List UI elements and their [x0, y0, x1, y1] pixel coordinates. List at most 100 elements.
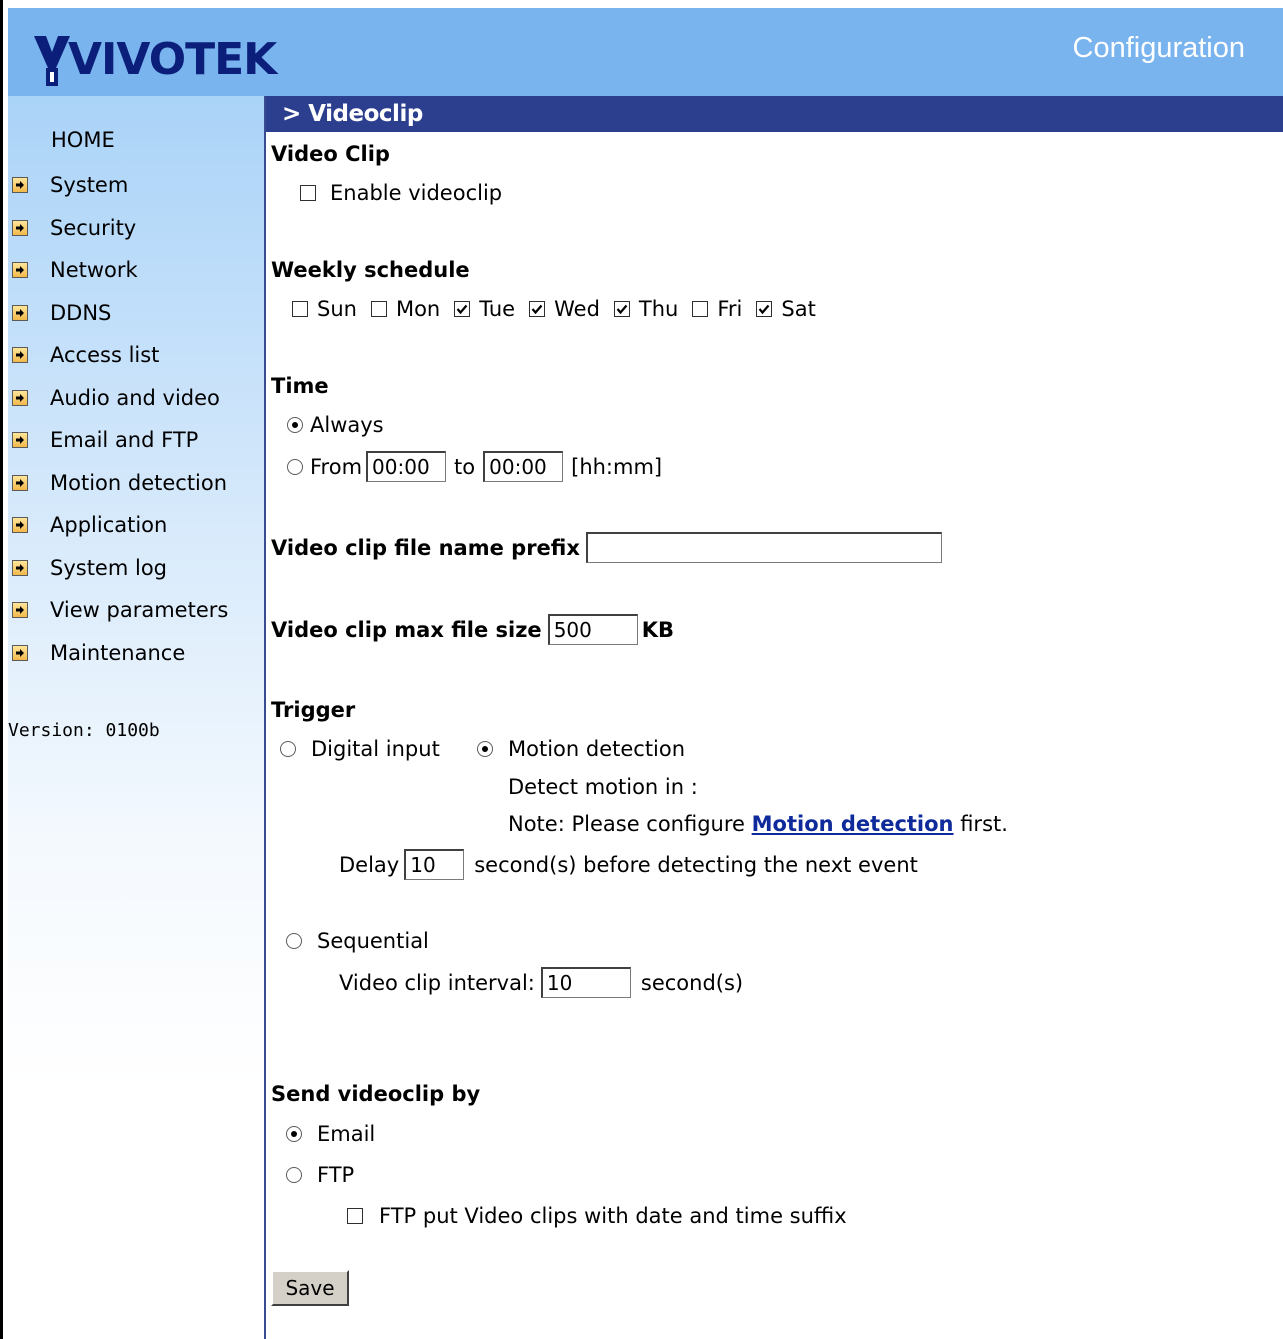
- arrow-right-icon: [12, 347, 28, 363]
- ftp-suffix-checkbox[interactable]: [347, 1208, 363, 1224]
- interval-input[interactable]: [540, 967, 631, 998]
- sidebar-item-label: Motion detection: [50, 471, 228, 495]
- day-mon-checkbox[interactable]: [370, 301, 387, 317]
- trigger-digital-input-row: Digital input: [280, 737, 440, 761]
- sidebar-item-label: DDNS: [50, 301, 112, 325]
- header-banner: VIVOTEK Configuration: [8, 8, 1283, 96]
- arrow-right-icon: [12, 262, 28, 278]
- weekly-schedule-heading: Weekly schedule: [271, 258, 470, 282]
- day-tue-checkbox[interactable]: [454, 301, 471, 317]
- interval-suffix: second(s): [640, 970, 744, 995]
- sidebar-divider: [264, 96, 266, 1339]
- send-email-radio[interactable]: [286, 1126, 302, 1142]
- day-mon-label: Mon: [395, 297, 441, 321]
- time-from-input[interactable]: [366, 451, 447, 482]
- arrow-right-icon: [12, 475, 28, 491]
- file-prefix-row: Video clip file name prefix: [271, 532, 942, 563]
- trigger-motion-radio[interactable]: [477, 741, 493, 757]
- day-sat-checkbox[interactable]: [756, 301, 773, 317]
- enable-videoclip-checkbox[interactable]: [300, 185, 316, 201]
- sidebar-item-application[interactable]: Application: [12, 510, 167, 540]
- day-sun-checkbox[interactable]: [292, 301, 308, 317]
- time-to-input[interactable]: [483, 451, 564, 482]
- sidebar-item-security[interactable]: Security: [12, 213, 136, 243]
- vivotek-logo: VIVOTEK: [30, 20, 277, 90]
- sidebar-item-home[interactable]: HOME: [51, 128, 115, 152]
- trigger-sequential-label: Sequential: [317, 929, 429, 953]
- day-thu-checkbox[interactable]: [613, 301, 630, 317]
- arrow-right-icon: [12, 560, 28, 576]
- arrow-right-icon: [12, 177, 28, 193]
- sidebar-item-access-list[interactable]: Access list: [12, 340, 159, 370]
- send-email-row: Email: [286, 1122, 375, 1146]
- sidebar-item-system-log[interactable]: System log: [12, 553, 167, 583]
- trigger-motion-label: Motion detection: [508, 737, 686, 761]
- day-wed-checkbox[interactable]: [529, 301, 546, 317]
- sidebar-item-label: Access list: [50, 343, 160, 367]
- delay-row: Delay second(s) before detecting the nex…: [339, 849, 918, 880]
- delay-suffix: second(s) before detecting the next even…: [474, 852, 918, 877]
- sidebar-item-label: System log: [50, 556, 167, 580]
- delay-input[interactable]: [404, 849, 465, 880]
- time-heading: Time: [271, 374, 329, 398]
- file-prefix-label: Video clip file name prefix: [271, 535, 580, 560]
- sidebar-item-label: Application: [50, 513, 168, 537]
- arrow-right-icon: [12, 432, 28, 448]
- sidebar-item-label: Network: [50, 258, 138, 282]
- motion-note: Note: Please configure Motion detection …: [508, 812, 1008, 836]
- ftp-suffix-row: FTP put Video clips with date and time s…: [347, 1204, 847, 1228]
- weekly-days-row: Sun Mon Tue Wed Thu Fri Sat: [292, 297, 816, 321]
- checkmark-icon: [531, 304, 543, 315]
- sidebar-item-system[interactable]: System: [12, 170, 128, 200]
- sidebar-item-label: Security: [50, 216, 137, 240]
- day-fri-label: Fri: [717, 297, 743, 321]
- sidebar-item-label: Audio and video: [50, 386, 220, 410]
- time-range-row: From to [hh:mm]: [287, 451, 662, 482]
- trigger-digital-input-radio[interactable]: [280, 741, 296, 757]
- sidebar-item-ddns[interactable]: DDNS: [12, 298, 111, 328]
- page-title: > Videoclip: [266, 96, 1283, 132]
- sidebar-item-label: Maintenance: [50, 641, 186, 665]
- time-always-label: Always: [310, 413, 384, 437]
- sidebar-item-label: Email and FTP: [50, 428, 199, 452]
- send-ftp-radio[interactable]: [286, 1167, 302, 1183]
- checkmark-icon: [616, 304, 628, 315]
- motion-detection-link[interactable]: Motion detection: [752, 812, 954, 836]
- day-thu-label: Thu: [638, 297, 679, 321]
- sidebar-item-network[interactable]: Network: [12, 255, 138, 285]
- trigger-motion-row: Motion detection: [477, 737, 685, 761]
- arrow-right-icon: [12, 390, 28, 406]
- time-to-label: to: [454, 454, 476, 479]
- trigger-digital-input-label: Digital input: [311, 737, 440, 761]
- enable-videoclip-label: Enable videoclip: [330, 181, 503, 205]
- sidebar-nav: HOME System Security Network DDNS Access…: [8, 96, 264, 1339]
- detect-motion-text: Detect motion in :: [508, 775, 698, 799]
- sidebar-item-audio-and-video[interactable]: Audio and video: [12, 383, 220, 413]
- arrow-right-icon: [12, 305, 28, 321]
- day-sun-label: Sun: [317, 297, 357, 321]
- sidebar-item-motion-detection[interactable]: Motion detection: [12, 468, 227, 498]
- trigger-heading: Trigger: [271, 698, 356, 722]
- file-prefix-input[interactable]: [585, 532, 942, 563]
- enable-videoclip-row: Enable videoclip: [300, 181, 502, 205]
- sidebar-item-view-parameters[interactable]: View parameters: [12, 595, 228, 625]
- interval-label: Video clip interval:: [339, 970, 535, 995]
- videoclip-form: Video Clip Enable videoclip Weekly sched…: [271, 132, 1281, 1339]
- max-size-input[interactable]: [547, 614, 638, 645]
- sidebar-item-maintenance[interactable]: Maintenance: [12, 638, 185, 668]
- time-always-radio[interactable]: [287, 417, 303, 433]
- sidebar-item-email-and-ftp[interactable]: Email and FTP: [12, 425, 198, 455]
- checkmark-icon: [456, 304, 468, 315]
- trigger-sequential-row: Sequential: [286, 929, 429, 953]
- day-wed-label: Wed: [554, 297, 600, 321]
- day-fri-checkbox[interactable]: [692, 301, 709, 317]
- checkmark-icon: [759, 304, 770, 315]
- time-from-label: From: [310, 454, 363, 479]
- time-range-radio[interactable]: [287, 458, 303, 475]
- max-size-row: Video clip max file size KB: [271, 614, 674, 645]
- max-size-unit: KB: [641, 617, 674, 642]
- sidebar-item-label: View parameters: [50, 598, 229, 622]
- trigger-sequential-radio[interactable]: [286, 933, 302, 949]
- save-button[interactable]: Save: [271, 1270, 349, 1306]
- time-always-row: Always: [287, 413, 384, 437]
